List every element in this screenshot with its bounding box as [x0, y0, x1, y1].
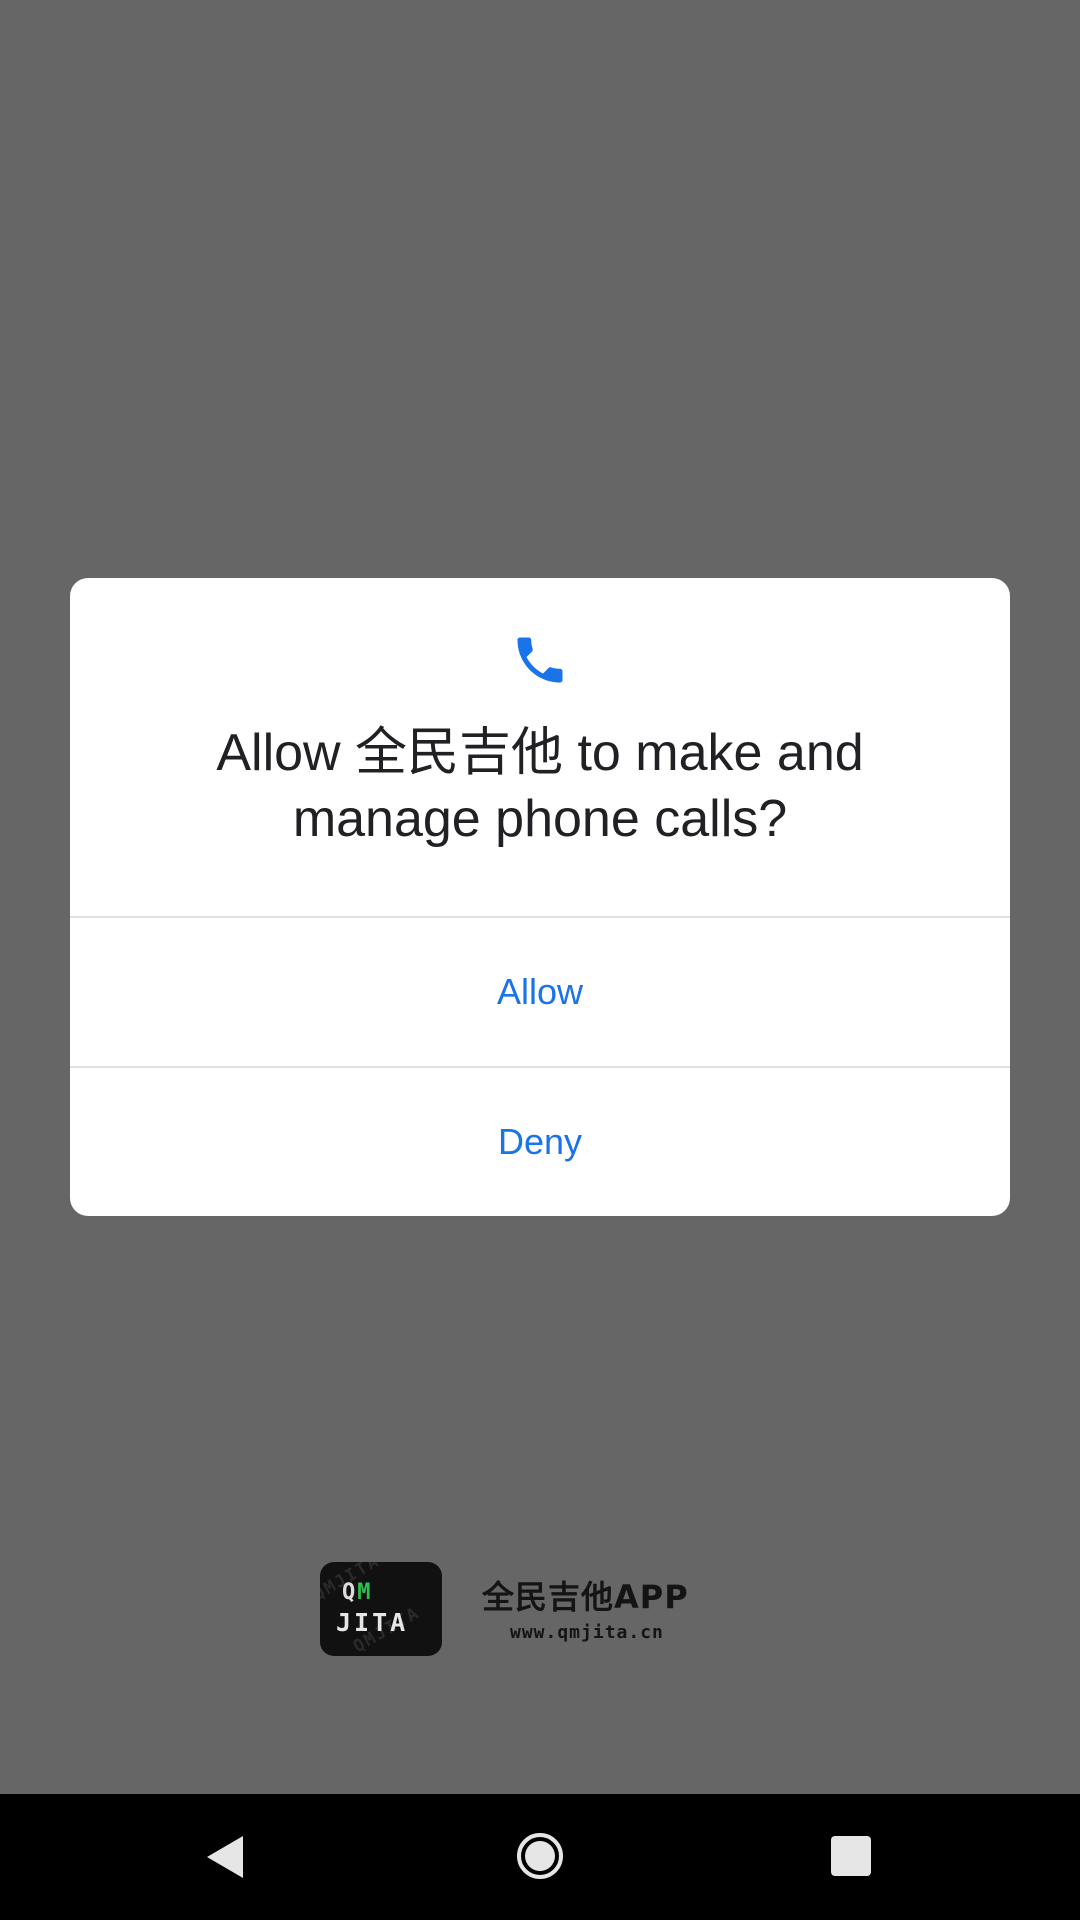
permission-dialog: Allow 全民吉他 to make and manage phone call… — [70, 578, 1010, 1216]
back-icon[interactable] — [205, 1834, 245, 1880]
logo-text-top: QM — [342, 1580, 373, 1605]
brand-lockup: QMJITA QMJITA QM JITA 全民吉他APP www.qmjita… — [320, 1562, 760, 1656]
logo-letter-m: M — [357, 1580, 373, 1605]
home-icon[interactable] — [516, 1832, 564, 1880]
dialog-header: Allow 全民吉他 to make and manage phone call… — [70, 578, 1010, 916]
phone-icon — [517, 637, 563, 683]
recents-icon[interactable] — [831, 1836, 871, 1876]
logo-text-bottom: JITA — [336, 1608, 409, 1637]
brand-url: www.qmjita.cn — [510, 1622, 664, 1643]
allow-button[interactable]: Allow — [70, 918, 1010, 1066]
app-logo: QMJITA QMJITA QM JITA — [320, 1562, 442, 1656]
deny-button[interactable]: Deny — [70, 1068, 1010, 1216]
brand-name: 全民吉他APP — [482, 1578, 689, 1616]
logo-letter-q: Q — [342, 1580, 358, 1605]
dialog-title: Allow 全民吉他 to make and manage phone call… — [216, 724, 864, 848]
system-navigation-bar — [0, 1794, 1080, 1920]
